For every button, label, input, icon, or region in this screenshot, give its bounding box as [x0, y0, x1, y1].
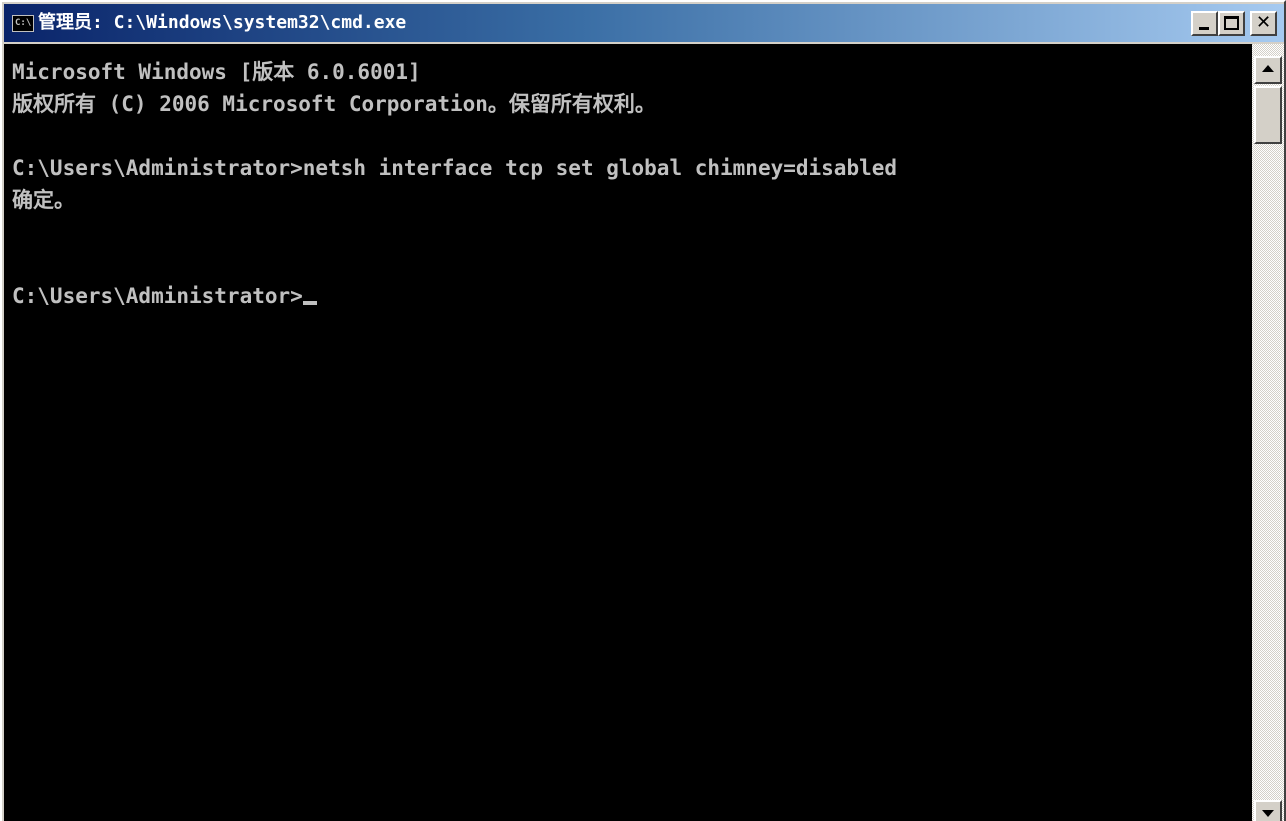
- scroll-thumb[interactable]: [1254, 86, 1282, 144]
- console-line-result: 确定。: [12, 188, 75, 212]
- console-prompt-line[interactable]: C:\Users\Administrator>: [12, 280, 317, 312]
- maximize-button[interactable]: [1218, 11, 1245, 36]
- scroll-down-button[interactable]: [1254, 800, 1282, 821]
- console-line-version: Microsoft Windows [版本 6.0.6001]: [12, 60, 421, 84]
- cmd-window: C:\ 管理员: C:\Windows\system32\cmd.exe ✕ M…: [0, 0, 1286, 821]
- scroll-up-arrow-icon: [1262, 65, 1274, 72]
- minimize-icon: [1199, 27, 1209, 30]
- close-button[interactable]: ✕: [1250, 11, 1277, 36]
- console-output[interactable]: Microsoft Windows [版本 6.0.6001] 版权所有 (C)…: [4, 44, 1252, 821]
- minimize-button[interactable]: [1191, 11, 1218, 36]
- title-bar[interactable]: C:\ 管理员: C:\Windows\system32\cmd.exe ✕: [4, 4, 1284, 42]
- scroll-down-arrow-icon: [1262, 810, 1274, 817]
- console-line-copyright: 版权所有 (C) 2006 Microsoft Corporation。保留所有…: [12, 92, 656, 116]
- maximize-icon: [1224, 16, 1239, 30]
- console-line-command: C:\Users\Administrator>netsh interface t…: [12, 156, 898, 180]
- console-app-icon[interactable]: C:\: [12, 15, 34, 32]
- text-cursor: [302, 301, 317, 305]
- scroll-up-button[interactable]: [1254, 56, 1282, 84]
- window-title: 管理员: C:\Windows\system32\cmd.exe: [38, 12, 407, 33]
- console-prompt: C:\Users\Administrator>: [12, 284, 303, 308]
- vertical-scrollbar[interactable]: [1252, 44, 1284, 821]
- close-icon: ✕: [1255, 12, 1272, 33]
